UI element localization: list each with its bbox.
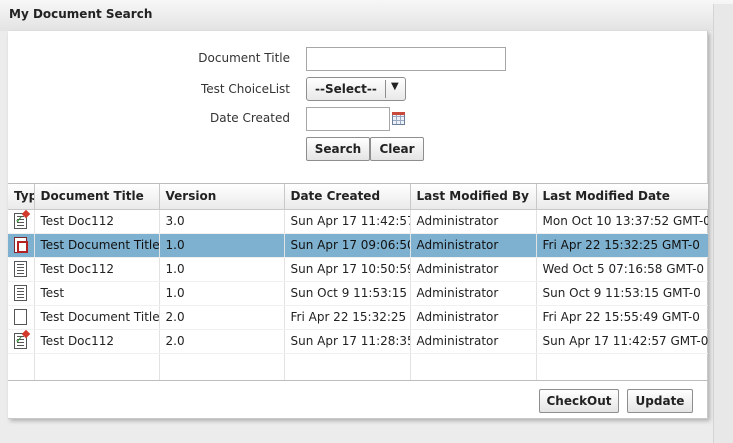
document-checkout-icon [14, 333, 27, 349]
cell-modified-by: Administrator [410, 305, 537, 330]
cell-modified: Sun Oct 9 11:53:15 GMT-0 [536, 281, 708, 306]
cell-version: 2.0 [159, 305, 285, 330]
cell-version: 3.0 [159, 209, 285, 234]
update-button[interactable]: Update [627, 389, 693, 413]
cell-modified: Fri Apr 22 15:55:49 GMT-0 [536, 305, 708, 330]
cell-created: Sun Oct 9 11:53:15 GMT [284, 281, 411, 306]
table-row[interactable]: Test Doc112 3.0 Sun Apr 17 11:42:57 GMT … [8, 209, 708, 234]
cell-version: 1.0 [159, 233, 285, 258]
cell-modified: Fri Apr 22 15:32:25 GMT-0 [536, 233, 708, 258]
cell-modified-by: Administrator [410, 209, 537, 234]
date-created-input[interactable] [306, 107, 390, 131]
col-header-title[interactable]: Document Title [34, 184, 160, 210]
choice-list-value: --Select-- [315, 82, 377, 96]
clear-button[interactable]: Clear [370, 137, 424, 161]
empty-row [8, 353, 708, 377]
col-header-modified-by[interactable]: Last Modified By [410, 184, 537, 210]
col-header-modified-date[interactable]: Last Modified Date [536, 184, 708, 210]
blank-document-icon [14, 309, 27, 325]
cell-created: Sun Apr 17 10:50:59 GMT [284, 257, 411, 282]
dropdown-arrow-icon: ▼ [391, 81, 399, 92]
cell-modified-by: Administrator [410, 233, 537, 258]
table-row[interactable]: Test Document Title 2.0 Fri Apr 22 15:32… [8, 305, 708, 330]
cell-modified-by: Administrator [410, 257, 537, 282]
table-row-selected[interactable]: Test Document Title 1.0 Sun Apr 17 09:06… [8, 233, 708, 258]
cell-title: Test Document Title [34, 305, 160, 330]
cell-title: Test [34, 281, 160, 306]
document-title-label: Document Title [198, 51, 290, 65]
choice-list-select[interactable]: --Select-- ▼ [306, 77, 406, 101]
window-titlebar: My Document Search [0, 0, 733, 31]
cell-modified: Wed Oct 5 07:16:58 GMT-0 [536, 257, 708, 282]
empty-row [8, 377, 708, 380]
checkout-button[interactable]: CheckOut [539, 389, 619, 413]
results-grid: Typ Document Title Version Date Created … [8, 183, 708, 381]
date-created-label: Date Created [210, 111, 290, 125]
window-title: My Document Search [9, 7, 153, 21]
cell-created: Fri Apr 22 15:32:25 GMT [284, 305, 411, 330]
table-row[interactable]: Test Doc112 1.0 Sun Apr 17 10:50:59 GMT … [8, 257, 708, 282]
cell-version: 1.0 [159, 257, 285, 282]
grid-header: Typ Document Title Version Date Created … [8, 184, 708, 210]
cell-title: Test Doc112 [34, 209, 160, 234]
choice-list-label: Test ChoiceList [200, 82, 290, 96]
cell-created: Sun Apr 17 11:42:57 GMT [284, 209, 411, 234]
document-title-input[interactable] [306, 47, 506, 71]
cell-title: Test Doc112 [34, 257, 160, 282]
document-checkout-icon [14, 213, 27, 229]
cell-title: Test Doc112 [34, 329, 160, 354]
cell-created: Sun Apr 17 11:28:35 GMT [284, 329, 411, 354]
search-panel: Document Title Test ChoiceList --Select-… [8, 31, 708, 419]
text-document-icon [14, 261, 27, 277]
cell-created: Sun Apr 17 09:06:50 GMT [284, 233, 411, 258]
search-button[interactable]: Search [306, 137, 370, 161]
cell-modified-by: Administrator [410, 329, 537, 354]
col-header-version[interactable]: Version [159, 184, 285, 210]
pdf-document-icon [14, 237, 28, 253]
right-edge [713, 4, 733, 443]
cell-title: Test Document Title [34, 233, 160, 258]
cell-modified-by: Administrator [410, 281, 537, 306]
text-document-icon [14, 285, 27, 301]
table-row[interactable]: Test 1.0 Sun Oct 9 11:53:15 GMT Administ… [8, 281, 708, 306]
cell-version: 1.0 [159, 281, 285, 306]
table-row[interactable]: Test Doc112 2.0 Sun Apr 17 11:28:35 GMT … [8, 329, 708, 354]
cell-version: 2.0 [159, 329, 285, 354]
col-header-date-created[interactable]: Date Created [284, 184, 411, 210]
cell-modified: Sun Apr 17 11:42:57 GMT-0 [536, 329, 708, 354]
cell-modified: Mon Oct 10 13:37:52 GMT-0 [536, 209, 708, 234]
calendar-icon[interactable] [392, 112, 405, 125]
select-divider [385, 80, 386, 98]
col-header-type[interactable]: Typ [8, 184, 35, 210]
